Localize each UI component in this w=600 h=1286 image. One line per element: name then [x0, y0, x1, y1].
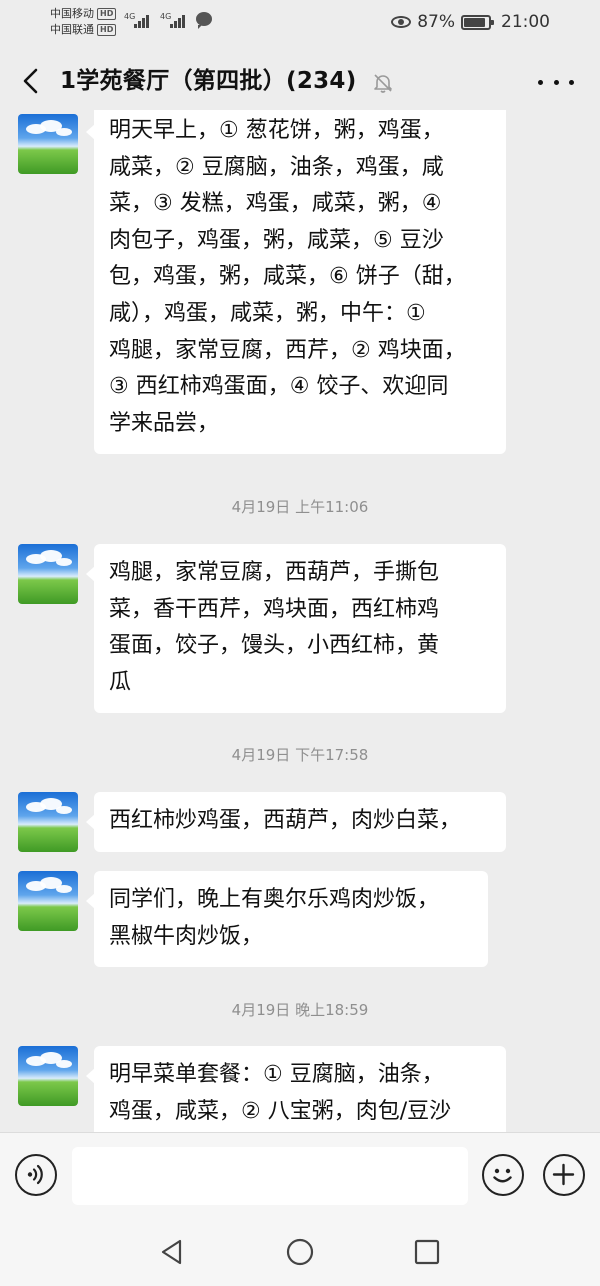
message-bubble[interactable]: 明早菜单套餐：① 豆腐脑，油条， 鸡蛋，咸菜，② 八宝粥，肉包/豆沙	[86, 1046, 506, 1132]
voice-button[interactable]	[15, 1154, 57, 1196]
message-line: 明早菜单套餐：① 豆腐脑，油条，	[109, 1062, 444, 1087]
eye-comfort-icon	[391, 16, 412, 28]
chat-header: 1学苑餐厅（第四批）(234)	[0, 52, 600, 110]
message-line: 菜，③ 发糕，鸡蛋，咸菜，粥，④	[109, 191, 442, 217]
battery-icon	[461, 14, 494, 30]
message-bubble[interactable]: 西红柿炒鸡蛋，西葫芦，肉炒白菜，	[86, 792, 506, 852]
message-line: 蛋面，饺子，馒头，小西红柿，黄	[109, 633, 440, 659]
signal-1-icon: 4G	[124, 12, 152, 28]
message-line: 同学们，晚上有奥尔乐鸡肉炒饭，	[109, 887, 440, 912]
avatar[interactable]	[18, 792, 78, 852]
chat-title: 1学苑餐厅（第四批）(234)	[60, 68, 357, 94]
message-line: 明天早上，① 葱花饼，粥，鸡蛋，	[109, 118, 444, 143]
message-line: 鸡腿，家常豆腐，西芹，② 鸡块面，	[109, 337, 466, 363]
message-list[interactable]: 明天早上，① 葱花饼，粥，鸡蛋， 咸菜，② 豆腐脑，油条，鸡蛋，咸 菜，③ 发糕…	[0, 110, 600, 1132]
message-line: 咸菜，② 豆腐脑，油条，鸡蛋，咸	[109, 154, 444, 180]
timestamp: 4月19日 上午11:06	[231, 498, 369, 516]
bell-off-icon	[374, 74, 392, 93]
message-line: 瓜	[109, 669, 132, 695]
emoji-button[interactable]	[482, 1154, 524, 1196]
message-line: 西红柿炒鸡蛋，西葫芦，肉炒白菜，	[109, 808, 462, 833]
avatar[interactable]	[18, 871, 78, 931]
plus-icon	[552, 1163, 575, 1186]
signal-indicators: 4G 4G	[124, 12, 212, 29]
message-line: 菜，香干西芹，鸡块面，西红柿鸡	[109, 596, 440, 622]
message-bubble[interactable]: 鸡腿，家常豆腐，西葫芦，手撕包 菜，香干西芹，鸡块面，西红柿鸡 蛋面，饺子，馒头…	[86, 544, 506, 714]
timestamp: 4月19日 下午17:58	[231, 746, 369, 764]
message-line: ③ 西红柿鸡蛋面，④ 饺子、欢迎同	[109, 374, 449, 400]
message-line: 咸），鸡蛋，咸菜，粥，中午：①	[109, 300, 426, 326]
avatar[interactable]	[18, 1046, 78, 1106]
message-bubble[interactable]: 同学们，晚上有奥尔乐鸡肉炒饭， 黑椒牛肉炒饭，	[86, 871, 488, 968]
message-input[interactable]	[72, 1147, 468, 1205]
avatar[interactable]	[18, 114, 78, 174]
plus-button[interactable]	[543, 1154, 585, 1196]
carrier-info: 中国移动 HD 中国联通 HD	[50, 6, 117, 38]
status-bar: 中国移动 HD 中国联通 HD 4G 4G 87% 21:00	[0, 0, 600, 44]
status-right: 87% 21:00	[391, 12, 550, 32]
hd-badge-2: HD	[97, 24, 117, 36]
more-dots-icon[interactable]	[538, 68, 574, 96]
clock: 21:00	[501, 12, 550, 32]
message-bubble[interactable]: 明天早上，① 葱花饼，粥，鸡蛋， 咸菜，② 豆腐脑，油条，鸡蛋，咸 菜，③ 发糕…	[86, 110, 506, 455]
input-bar	[0, 1132, 600, 1220]
smiley-icon	[493, 1168, 512, 1183]
triangle-back-icon[interactable]	[156, 1236, 188, 1268]
message-line: 包，鸡蛋，粥，咸菜，⑥ 饼子（甜，	[109, 264, 466, 290]
notification-chat-icon	[196, 12, 212, 29]
chat-screen: 中国移动 HD 中国联通 HD 4G 4G 87% 21:00 1学苑餐厅（第四…	[0, 0, 600, 1286]
square-recent-icon[interactable]	[411, 1236, 443, 1268]
system-nav-bar	[0, 1220, 600, 1286]
battery-percent: 87%	[417, 12, 455, 32]
carrier-2-label: 中国联通	[50, 23, 94, 36]
circle-home-icon[interactable]	[284, 1236, 316, 1268]
carrier-1-label: 中国移动	[50, 7, 94, 20]
message-line: 黑椒牛肉炒饭，	[109, 923, 264, 949]
message-line: 学来品尝，	[109, 410, 220, 436]
voice-icon	[27, 1164, 43, 1185]
signal-2-icon: 4G	[160, 12, 188, 28]
battery-fill	[464, 17, 485, 27]
message-line: 肉包子，鸡蛋，粥，咸菜，⑤ 豆沙	[109, 227, 444, 253]
avatar[interactable]	[18, 544, 78, 604]
message-line: 鸡蛋，咸菜，② 八宝粥，肉包/豆沙	[109, 1098, 452, 1124]
timestamp: 4月19日 晚上18:59	[231, 1001, 369, 1019]
hd-badge-1: HD	[97, 8, 117, 20]
chevron-left-icon[interactable]	[18, 66, 46, 96]
message-line: 鸡腿，家常豆腐，西葫芦，手撕包	[109, 560, 440, 585]
